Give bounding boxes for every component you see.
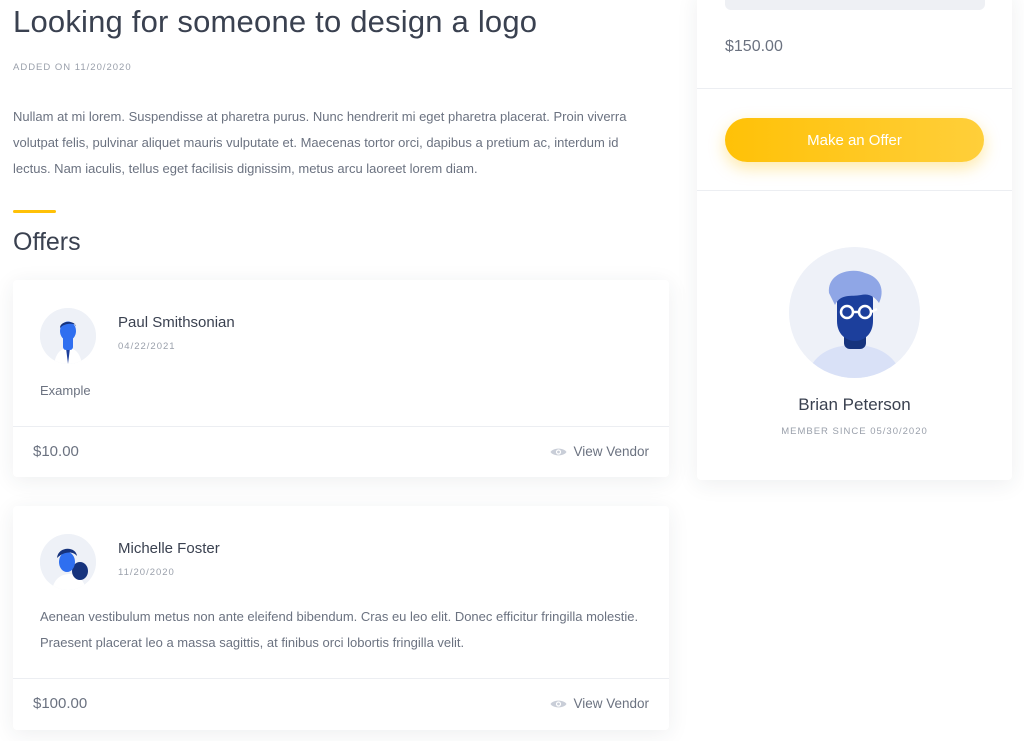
offer-date: 11/20/2020 [118,567,175,578]
man-glasses-avatar-icon [789,247,920,378]
offer-price: $10.00 [33,443,79,460]
offers-heading: Offers [13,228,81,256]
offer-message: Aenean vestibulum metus non ante eleifen… [40,609,639,650]
offer-sidebar: $150.00 Make an Offer Brian Peterson MEM… [697,0,1012,480]
make-offer-button[interactable]: Make an Offer [725,118,984,162]
offer-message: Example [40,383,91,398]
view-vendor-link[interactable]: View Vendor [550,444,649,459]
job-budget: $150.00 [725,38,783,55]
member-since: MEMBER SINCE 05/30/2020 [781,426,928,437]
seller-name: Brian Peterson [798,395,911,414]
view-vendor-label: View Vendor [573,696,649,711]
divider [13,678,669,679]
offer-price: $100.00 [33,695,88,712]
offer-date: 04/22/2021 [118,341,176,352]
man-avatar-icon [40,308,96,364]
divider [697,190,1012,191]
added-date: ADDED ON 11/20/2020 [13,62,132,73]
section-accent-line [13,210,56,213]
offer-vendor-name: Paul Smithsonian [118,314,235,331]
divider [697,88,1012,89]
offer-card: Michelle Foster 11/20/2020 Aenean vestib… [13,506,669,730]
eye-icon [550,698,567,710]
offer-vendor-name: Michelle Foster [118,540,220,557]
view-vendor-link[interactable]: View Vendor [550,696,649,711]
job-description: Nullam at mi lorem. Suspendisse at phare… [13,109,627,176]
eye-icon [550,446,567,458]
woman-avatar-icon [40,534,96,590]
sidebar-top-bar [725,0,985,10]
divider [13,426,669,427]
offer-card: Paul Smithsonian 04/22/2021 Example $10.… [13,280,669,477]
page-title: Looking for someone to design a logo [13,4,538,39]
view-vendor-label: View Vendor [573,444,649,459]
